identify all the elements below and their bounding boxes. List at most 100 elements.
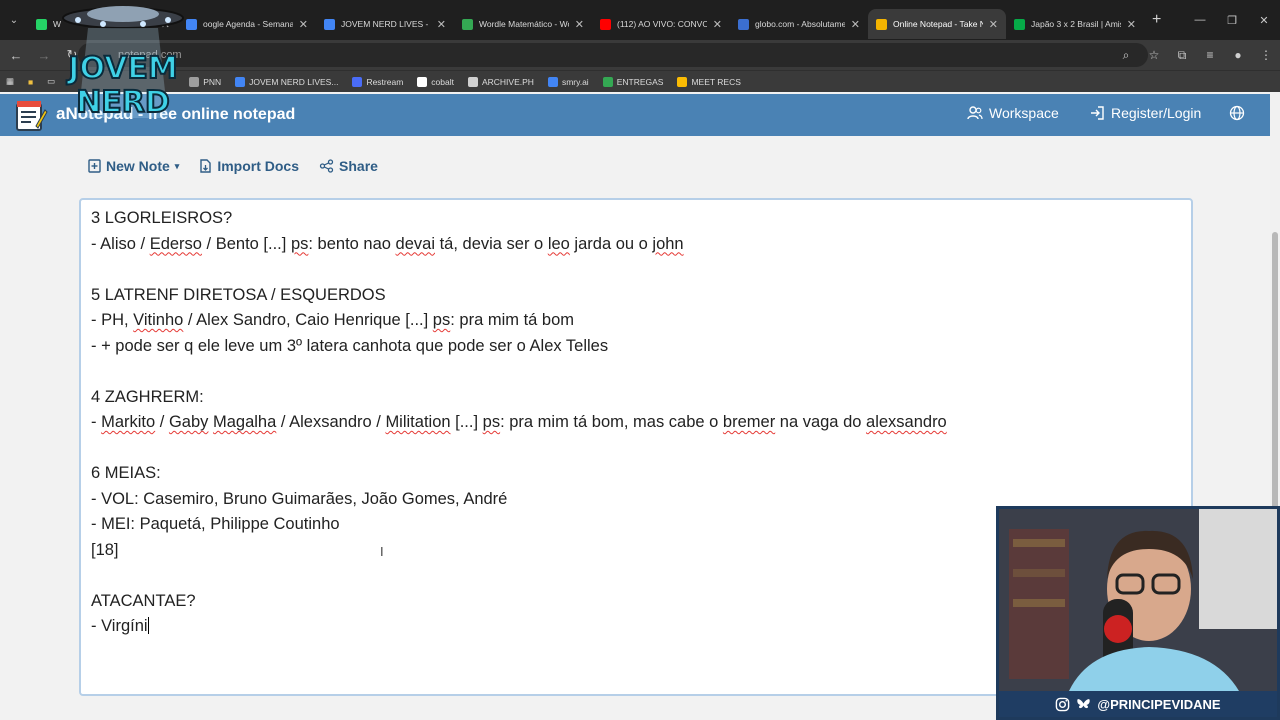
new-note-button[interactable]: New Note ▾ xyxy=(88,158,179,174)
misspelled-word: Ederso xyxy=(149,234,202,253)
tab-title: JOVEM NERD LIVES - PAU xyxy=(341,19,431,29)
bookmark-item[interactable]: Restream xyxy=(352,76,404,87)
misspelled-word: Magalha xyxy=(212,413,277,431)
back-arrow-icon[interactable]: ← xyxy=(4,43,28,67)
note-text-segment: : pra mim tá bom, mas cabe o xyxy=(500,413,723,431)
bookmark-items: PNN JOVEM NERD LIVES... Restream cobalt ARCH… xyxy=(189,76,741,87)
bookmark-item[interactable]: JOVEM NERD LIVES... xyxy=(235,76,339,87)
misspelled-word: leo xyxy=(547,234,570,253)
media-queue-icon[interactable]: ≡ xyxy=(1196,48,1224,62)
register-login-label: Register/Login xyxy=(1111,105,1202,121)
workspace-link[interactable]: Workspace xyxy=(967,105,1059,121)
tab-title: oogle Agenda - Semana xyxy=(203,19,293,29)
window-controls: — ❐ ✕ xyxy=(1184,0,1280,40)
register-login-link[interactable]: Register/Login xyxy=(1089,105,1201,121)
misspelled-word: Markito xyxy=(101,413,156,431)
bookmark-label: JOVEM NERD LIVES... xyxy=(249,76,339,87)
bookmark-item[interactable]: MEET RECS xyxy=(677,76,741,87)
browser-tab[interactable]: JOVEM NERD LIVES - PAU ✕ xyxy=(316,9,454,39)
text-caret xyxy=(147,617,149,634)
bookmark-item[interactable]: smry.ai xyxy=(547,76,589,87)
jn-logo-word-2: NERD xyxy=(76,85,170,120)
minimize-icon[interactable]: — xyxy=(1184,0,1216,40)
webcam-video xyxy=(999,509,1277,691)
tab-close-icon[interactable]: ✕ xyxy=(713,18,722,31)
tab-close-icon[interactable]: ✕ xyxy=(575,18,584,31)
workspace-label: Workspace xyxy=(989,105,1059,121)
zoom-icon[interactable]: ⌕ xyxy=(1112,48,1140,63)
restore-icon[interactable]: ❐ xyxy=(1216,0,1248,40)
bookmark-item[interactable]: ENTREGAS xyxy=(602,76,663,87)
ge-icon xyxy=(1014,18,1025,30)
misspelled-word: ps xyxy=(290,234,309,253)
tab-close-icon[interactable]: ✕ xyxy=(1127,18,1136,31)
note-line xyxy=(91,436,947,462)
note-line: - Aliso / Ederso / Bento [...] ps: bento… xyxy=(91,232,947,258)
misspelled-word: Militation xyxy=(385,413,451,431)
note-actions: New Note ▾ Import Docs Share xyxy=(88,158,378,174)
scrollbar-thumb[interactable] xyxy=(1272,232,1278,514)
note-line: 4 ZAGHRERM: xyxy=(91,385,947,411)
note-text-segment: / Alex Sandro, Caio Henrique [...] xyxy=(183,311,433,329)
note-text-segment: ATACANTAE? xyxy=(91,591,196,610)
tab-close-icon[interactable]: ✕ xyxy=(989,18,998,31)
note-text-segment: 6 MEIAS: xyxy=(91,464,161,482)
sheets-icon xyxy=(602,76,613,87)
misspelled-word: alexsandro xyxy=(866,413,947,431)
tab-title: (112) AO VIVO: CONVOCA xyxy=(617,19,707,29)
import-docs-label: Import Docs xyxy=(217,158,300,174)
close-window-icon[interactable]: ✕ xyxy=(1248,0,1280,40)
tab-close-icon[interactable]: ✕ xyxy=(851,18,860,31)
tab-close-icon[interactable]: ✕ xyxy=(437,18,446,31)
users-icon xyxy=(967,106,983,120)
import-docs-button[interactable]: Import Docs xyxy=(199,158,299,174)
note-text[interactable]: 3 LGORLEISROS? - Aliso / Ederso / Bento [… xyxy=(91,206,947,640)
profile-avatar[interactable]: ● xyxy=(1224,48,1252,62)
tab-title: Wordle Matemático - Wo xyxy=(479,19,569,29)
bookmark-label: ARCHIVE.PH xyxy=(481,76,534,87)
misspelled-word: ps xyxy=(432,311,451,329)
note-line: - MEI: Paquetá, Philippe Coutinho xyxy=(91,512,947,538)
note-text-segment: : pra mim tá bom xyxy=(450,311,575,329)
note-line: - VOL: Casemiro, Bruno Guimarães, João G… xyxy=(91,487,947,513)
bookmark-item[interactable]: cobalt xyxy=(417,76,454,87)
bookmark-folder-icon[interactable]: ■ xyxy=(28,77,33,87)
tab-close-icon[interactable]: ✕ xyxy=(299,18,308,31)
note-text-segment: - MEI: Paquetá, Philippe Coutinho xyxy=(91,515,340,533)
apps-grid-icon[interactable]: ▦ xyxy=(6,76,14,87)
note-line: - Virgíni xyxy=(91,614,947,640)
bookmark-label: cobalt xyxy=(431,76,454,87)
note-text-segment: na vaga do xyxy=(775,413,867,431)
browser-tab[interactable]: (112) AO VIVO: CONVOCA ✕ xyxy=(592,9,730,39)
new-tab-plus-icon[interactable]: + xyxy=(1152,11,1161,29)
browser-tab[interactable]: oogle Agenda - Semana ✕ xyxy=(178,9,316,39)
smry-icon xyxy=(547,76,558,87)
social-handle: @PRINCIPEVIDANE xyxy=(1097,696,1221,712)
address-bar[interactable]: notepad.com xyxy=(78,43,1148,67)
browser-tab[interactable]: Online Notepad - Take N ✕ xyxy=(868,9,1006,39)
note-line xyxy=(91,563,947,589)
bookmark-label: Restream xyxy=(366,76,404,87)
note-line xyxy=(91,257,947,283)
notepad-logo-icon[interactable] xyxy=(14,98,48,132)
menu-kebab-icon[interactable]: ⋮ xyxy=(1252,48,1280,62)
share-button[interactable]: Share xyxy=(319,158,378,174)
extensions-icon[interactable]: ⧉ xyxy=(1168,48,1196,63)
language-globe-icon[interactable] xyxy=(1229,105,1245,121)
misspelled-word: Vitinho xyxy=(133,311,184,329)
note-line: 6 MEIAS: xyxy=(91,461,947,487)
browser-tab[interactable]: Wordle Matemático - Wo ✕ xyxy=(454,9,592,39)
bookmark-star-icon[interactable]: ☆ xyxy=(1140,48,1168,62)
note-line: 3 LGORLEISROS? xyxy=(91,206,947,232)
new-note-label: New Note xyxy=(106,158,170,174)
docs-icon xyxy=(235,76,246,87)
whatsapp-icon xyxy=(36,18,47,30)
misspelled-word: devai xyxy=(395,234,435,253)
bookmark-item[interactable]: ARCHIVE.PH xyxy=(467,76,534,87)
note-text-segment: - Aliso / xyxy=(91,234,150,253)
note-text-segment: : bento nao xyxy=(308,234,396,253)
browser-tab[interactable]: globo.com - Absolutamen ✕ xyxy=(730,9,868,39)
cobalt-icon xyxy=(417,76,428,87)
tab-search-chevron-icon[interactable]: ⌄ xyxy=(0,0,28,40)
browser-tab[interactable]: Japão 3 x 2 Brasil | Amisto ✕ xyxy=(1006,9,1144,39)
